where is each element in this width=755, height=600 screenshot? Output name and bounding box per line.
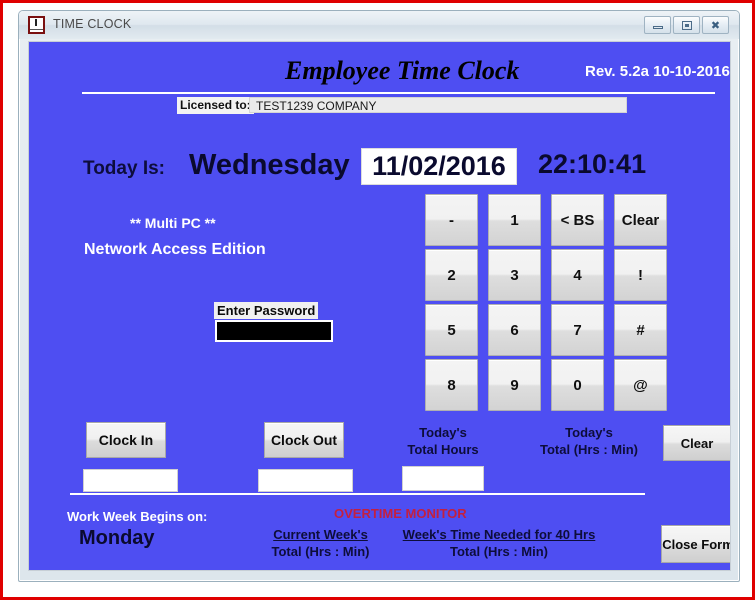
key-6[interactable]: 6	[488, 304, 541, 356]
window-title: TIME CLOCK	[53, 17, 132, 31]
today-is-label: Today Is:	[83, 158, 165, 179]
todays-total-hm-line1: Today's	[565, 425, 613, 440]
work-week-begins-day: Monday	[79, 527, 155, 549]
clock-hand	[35, 19, 37, 26]
clock-out-time-field[interactable]	[258, 469, 353, 492]
key-hash[interactable]: #	[614, 304, 667, 356]
week-time-needed-sub: Total (Hrs : Min)	[450, 544, 548, 559]
clear-totals-button[interactable]: Clear	[663, 425, 730, 461]
current-week-total-head: Current Week's	[273, 527, 368, 542]
page-title: Employee Time Clock	[285, 56, 520, 85]
key-9[interactable]: 9	[488, 359, 541, 411]
key-exclamation[interactable]: !	[614, 249, 667, 301]
today-date-display: 11/02/2016	[361, 148, 517, 185]
current-week-total-sub: Total (Hrs : Min)	[271, 544, 370, 559]
clock-base	[30, 29, 43, 30]
maximize-button[interactable]	[673, 16, 700, 34]
close-icon: ✖	[710, 19, 721, 32]
week-time-needed-head: Week's Time Needed for 40 Hrs	[402, 527, 596, 542]
todays-total-hours-line2: Total Hours	[407, 442, 479, 457]
todays-total-hrsmin-label: Today's Total (Hrs : Min)	[529, 424, 649, 458]
key-0[interactable]: 0	[551, 359, 604, 411]
close-button[interactable]: ✖	[702, 16, 729, 34]
minimize-button[interactable]	[644, 16, 671, 34]
close-form-button[interactable]: Close Form	[661, 525, 730, 563]
todays-total-hm-line2: Total (Hrs : Min)	[540, 442, 638, 457]
key-8[interactable]: 8	[425, 359, 478, 411]
password-input[interactable]	[215, 320, 333, 342]
overtime-monitor-title: OVERTIME MONITOR	[334, 506, 467, 521]
key-dash[interactable]: -	[425, 194, 478, 246]
keypad: - 1 < BS Clear 2 3 4 ! 5 6 7 # 8 9 0 @	[425, 194, 667, 411]
key-backspace[interactable]: < BS	[551, 194, 604, 246]
todays-total-hours-label: Today's Total Hours	[402, 424, 484, 458]
current-week-total-column: Current Week's Total (Hrs : Min)	[248, 527, 393, 559]
key-7[interactable]: 7	[551, 304, 604, 356]
footer-divider	[70, 493, 645, 495]
work-week-begins-label: Work Week Begins on:	[67, 509, 208, 524]
key-2[interactable]: 2	[425, 249, 478, 301]
week-time-needed-column: Week's Time Needed for 40 Hrs Total (Hrs…	[384, 527, 614, 559]
header-divider	[82, 92, 715, 94]
screenshot-root: TIME CLOCK ✖ Employee Time Clock Rev. 5.…	[0, 0, 755, 600]
key-5[interactable]: 5	[425, 304, 478, 356]
form-client-area: Employee Time Clock Rev. 5.2a 10-10-2016…	[28, 41, 731, 571]
clock-in-button[interactable]: Clock In	[86, 422, 166, 458]
today-time-display: 22:10:41	[538, 149, 647, 179]
maximize-icon	[682, 21, 692, 30]
todays-total-hours-line1: Today's	[419, 425, 467, 440]
key-clear[interactable]: Clear	[614, 194, 667, 246]
clock-icon	[28, 16, 45, 34]
key-3[interactable]: 3	[488, 249, 541, 301]
title-bar: TIME CLOCK ✖	[19, 11, 739, 39]
licensed-to-label: Licensed to:	[177, 97, 254, 114]
clock-in-time-field[interactable]	[83, 469, 178, 492]
key-1[interactable]: 1	[488, 194, 541, 246]
todays-total-hours-field[interactable]	[402, 466, 484, 491]
today-weekday: Wednesday	[189, 149, 350, 181]
licensed-to-value: TEST1239 COMPANY	[249, 97, 627, 113]
minimize-icon	[653, 26, 663, 29]
application-window: TIME CLOCK ✖ Employee Time Clock Rev. 5.…	[18, 10, 740, 582]
edition-network-access: Network Access Edition	[84, 241, 266, 258]
key-4[interactable]: 4	[551, 249, 604, 301]
key-at[interactable]: @	[614, 359, 667, 411]
revision-info: Rev. 5.2a 10-10-2016	[585, 63, 730, 80]
enter-password-label: Enter Password	[214, 302, 319, 319]
clock-out-button[interactable]: Clock Out	[264, 422, 344, 458]
edition-multi-pc: ** Multi PC **	[130, 215, 216, 231]
